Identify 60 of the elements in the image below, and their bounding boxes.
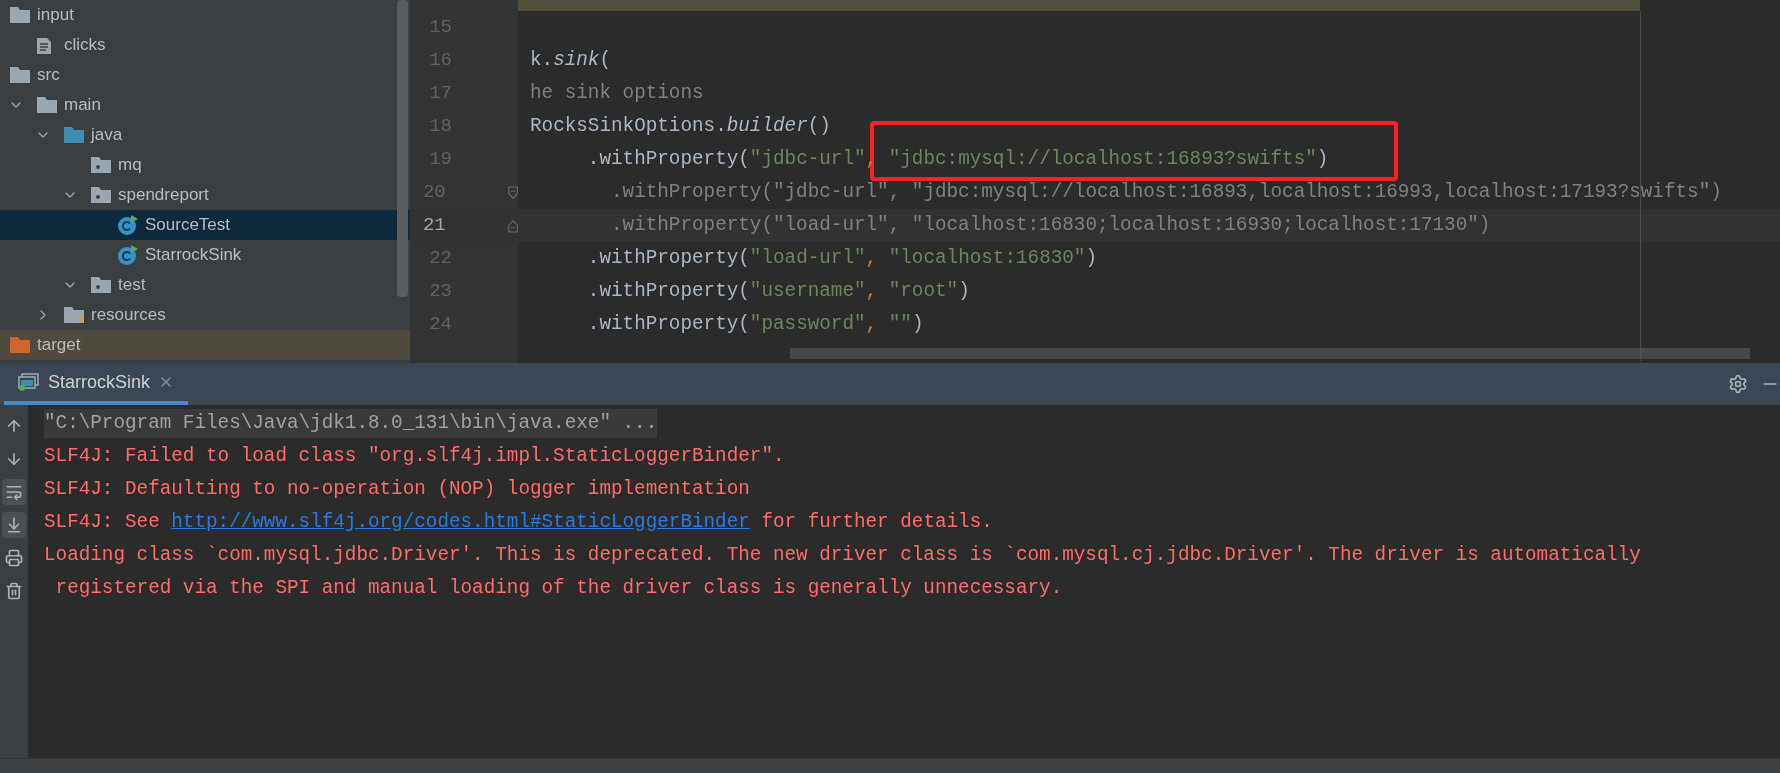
code-line: he sink options: [530, 81, 704, 107]
soft-wrap-icon[interactable]: [2, 479, 26, 505]
tree-item[interactable]: src: [0, 60, 410, 90]
tree-item-label: SourceTest: [145, 214, 231, 237]
code-line: .withProperty("jdbc-url", "jdbc:mysql://localhost:16893,localhost:16993,localhost:17193?swifts"): [610, 180, 1722, 206]
console-icon: [18, 373, 40, 391]
tree-item-label: src: [37, 64, 60, 87]
package-icon: [90, 156, 112, 174]
code-line: .withProperty("username", "root"): [586, 279, 970, 305]
tree-item-label: main: [64, 94, 101, 117]
scroll-to-end-icon[interactable]: [2, 512, 26, 538]
folder-icon: [63, 126, 85, 144]
tree-item-label: test: [118, 274, 146, 297]
tree-item-label: mq: [118, 154, 142, 177]
resources-folder-icon: [63, 306, 85, 324]
tree-item[interactable]: resources: [0, 300, 410, 330]
class-icon: [117, 244, 139, 266]
run-tab[interactable]: StarrockSink: [4, 363, 189, 405]
console-link[interactable]: http://www.slf4j.org/codes.html#StaticLoggerBinder: [171, 511, 750, 534]
code-line: .withProperty("password", ""): [586, 312, 924, 338]
console-message: SLF4J: Failed to load class "org.slf4j.impl.StaticLoggerBinder".: [44, 444, 785, 470]
tree-item-label: clicks: [64, 34, 106, 57]
fold-marker-icon[interactable]: [507, 217, 518, 234]
console-message: registered via the SPI and manual loading of the driver class is generally unnecessary.: [54, 576, 1063, 602]
folder-icon: [36, 96, 58, 114]
tree-item[interactable]: test: [0, 270, 410, 300]
console-message: SLF4J: Defaulting to no-operation (NOP) logger implementation: [44, 477, 750, 503]
code-line: k.sink(: [530, 48, 612, 74]
tree-item-label: spendreport: [118, 184, 209, 207]
tree-item[interactable]: spendreport: [0, 180, 410, 210]
folder-icon: [9, 336, 31, 354]
package-icon: [90, 186, 112, 204]
code-line: .withProperty("jdbc-url", "jdbc:mysql://localhost:16893?swifts"): [586, 147, 1329, 173]
console-message: SLF4J: See http://www.slf4j.org/codes.html#StaticLoggerBinder for further details.: [44, 510, 993, 536]
tree-item[interactable]: input: [0, 0, 410, 30]
class-icon: [117, 214, 139, 236]
tree-item-label: java: [91, 124, 123, 147]
console-message: Loading class `com.mysql.jdbc.Driver'. This is deprecated. The new driver class is `com.mysql.cj.jdbc.Driver'. The driver is automatically: [44, 543, 1641, 569]
code-line: .withProperty("load-url", "localhost:16830"): [586, 246, 1097, 272]
folder-icon: [9, 6, 31, 24]
tree-item-label: target: [37, 334, 81, 357]
tree-item[interactable]: clicks: [0, 30, 410, 60]
package-icon: [90, 276, 112, 294]
tree-item[interactable]: StarrockSink: [0, 240, 410, 270]
tree-item[interactable]: mq: [0, 150, 410, 180]
tree-item-label: resources: [91, 304, 166, 327]
tree-item-label: StarrockSink: [145, 244, 242, 267]
vertical-scrollbar[interactable]: [397, 0, 408, 297]
tree-item[interactable]: java: [0, 120, 410, 150]
horizontal-scrollbar[interactable]: [790, 348, 1750, 359]
fold-marker-icon[interactable]: [507, 184, 518, 201]
text-file-icon: [36, 35, 52, 55]
tree-item[interactable]: main: [0, 90, 410, 120]
tree-item[interactable]: target: [0, 330, 410, 360]
tree-item[interactable]: SourceTest: [0, 210, 410, 240]
code-line: RocksSinkOptions.builder(): [530, 114, 831, 140]
tree-item-label: input: [37, 4, 74, 27]
folder-icon: [9, 66, 31, 84]
line-number: 21: [421, 213, 446, 239]
code-line: .withProperty("load-url", "localhost:16830;localhost:16930;localhost:17130"): [610, 213, 1491, 239]
